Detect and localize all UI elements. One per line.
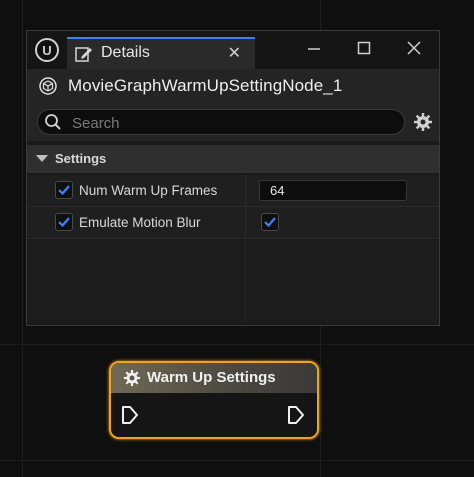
cube-class-icon xyxy=(39,77,57,95)
window-titlebar[interactable]: U Details ✕ xyxy=(27,31,439,69)
search-icon xyxy=(45,114,61,130)
tab-details[interactable]: Details ✕ xyxy=(67,37,255,69)
checkmark-icon xyxy=(58,217,70,228)
details-empty-area xyxy=(27,240,439,322)
search-box[interactable] xyxy=(37,109,405,135)
exec-pin-input-icon[interactable] xyxy=(121,405,139,425)
section-label: Settings xyxy=(55,151,107,166)
column-divider xyxy=(245,175,246,206)
tab-label: Details xyxy=(101,44,150,61)
emulate-motion-blur-checkbox[interactable] xyxy=(261,213,279,231)
pencil-edit-icon xyxy=(75,47,92,62)
node-header[interactable]: Warm Up Settings xyxy=(111,363,317,393)
column-divider xyxy=(245,207,246,238)
grid-line xyxy=(22,0,23,477)
num-warm-up-frames-input[interactable]: 64 xyxy=(259,180,407,201)
tab-close-icon[interactable]: ✕ xyxy=(228,43,241,63)
object-name: MovieGraphWarmUpSettingNode_1 xyxy=(68,76,343,95)
gear-icon xyxy=(123,369,141,387)
minimize-icon xyxy=(308,48,320,50)
search-row xyxy=(27,103,439,141)
checkmark-icon xyxy=(58,185,70,196)
gear-icon[interactable] xyxy=(413,112,433,132)
minimize-button[interactable] xyxy=(299,35,329,61)
object-header: MovieGraphWarmUpSettingNode_1 xyxy=(27,69,439,103)
exec-pin-output-icon[interactable] xyxy=(287,405,305,425)
property-row-emulate-motion-blur: Emulate Motion Blur xyxy=(27,207,439,239)
node-body xyxy=(111,393,317,437)
warm-up-settings-node[interactable]: Warm Up Settings xyxy=(109,361,319,439)
checkmark-icon xyxy=(264,217,276,228)
maximize-button[interactable] xyxy=(349,35,379,61)
column-divider xyxy=(245,240,246,322)
override-checkbox[interactable] xyxy=(55,213,73,231)
property-row-num-warm-up-frames: Num Warm Up Frames 64 xyxy=(27,175,439,207)
collapse-arrow-icon xyxy=(36,155,48,162)
unreal-logo-icon: U xyxy=(35,38,59,62)
node-title: Warm Up Settings xyxy=(147,369,276,386)
close-button[interactable] xyxy=(399,35,429,61)
search-input[interactable] xyxy=(70,112,394,134)
settings-section-header[interactable]: Settings xyxy=(27,145,439,173)
override-checkbox[interactable] xyxy=(55,181,73,199)
details-window: U Details ✕ MovieGraphWarmUpSettingNode_… xyxy=(26,30,440,326)
close-icon xyxy=(407,41,421,55)
grid-line xyxy=(0,460,474,461)
property-label: Num Warm Up Frames xyxy=(79,183,218,198)
maximize-icon xyxy=(357,41,371,55)
grid-line xyxy=(0,344,474,345)
property-label: Emulate Motion Blur xyxy=(79,215,201,230)
